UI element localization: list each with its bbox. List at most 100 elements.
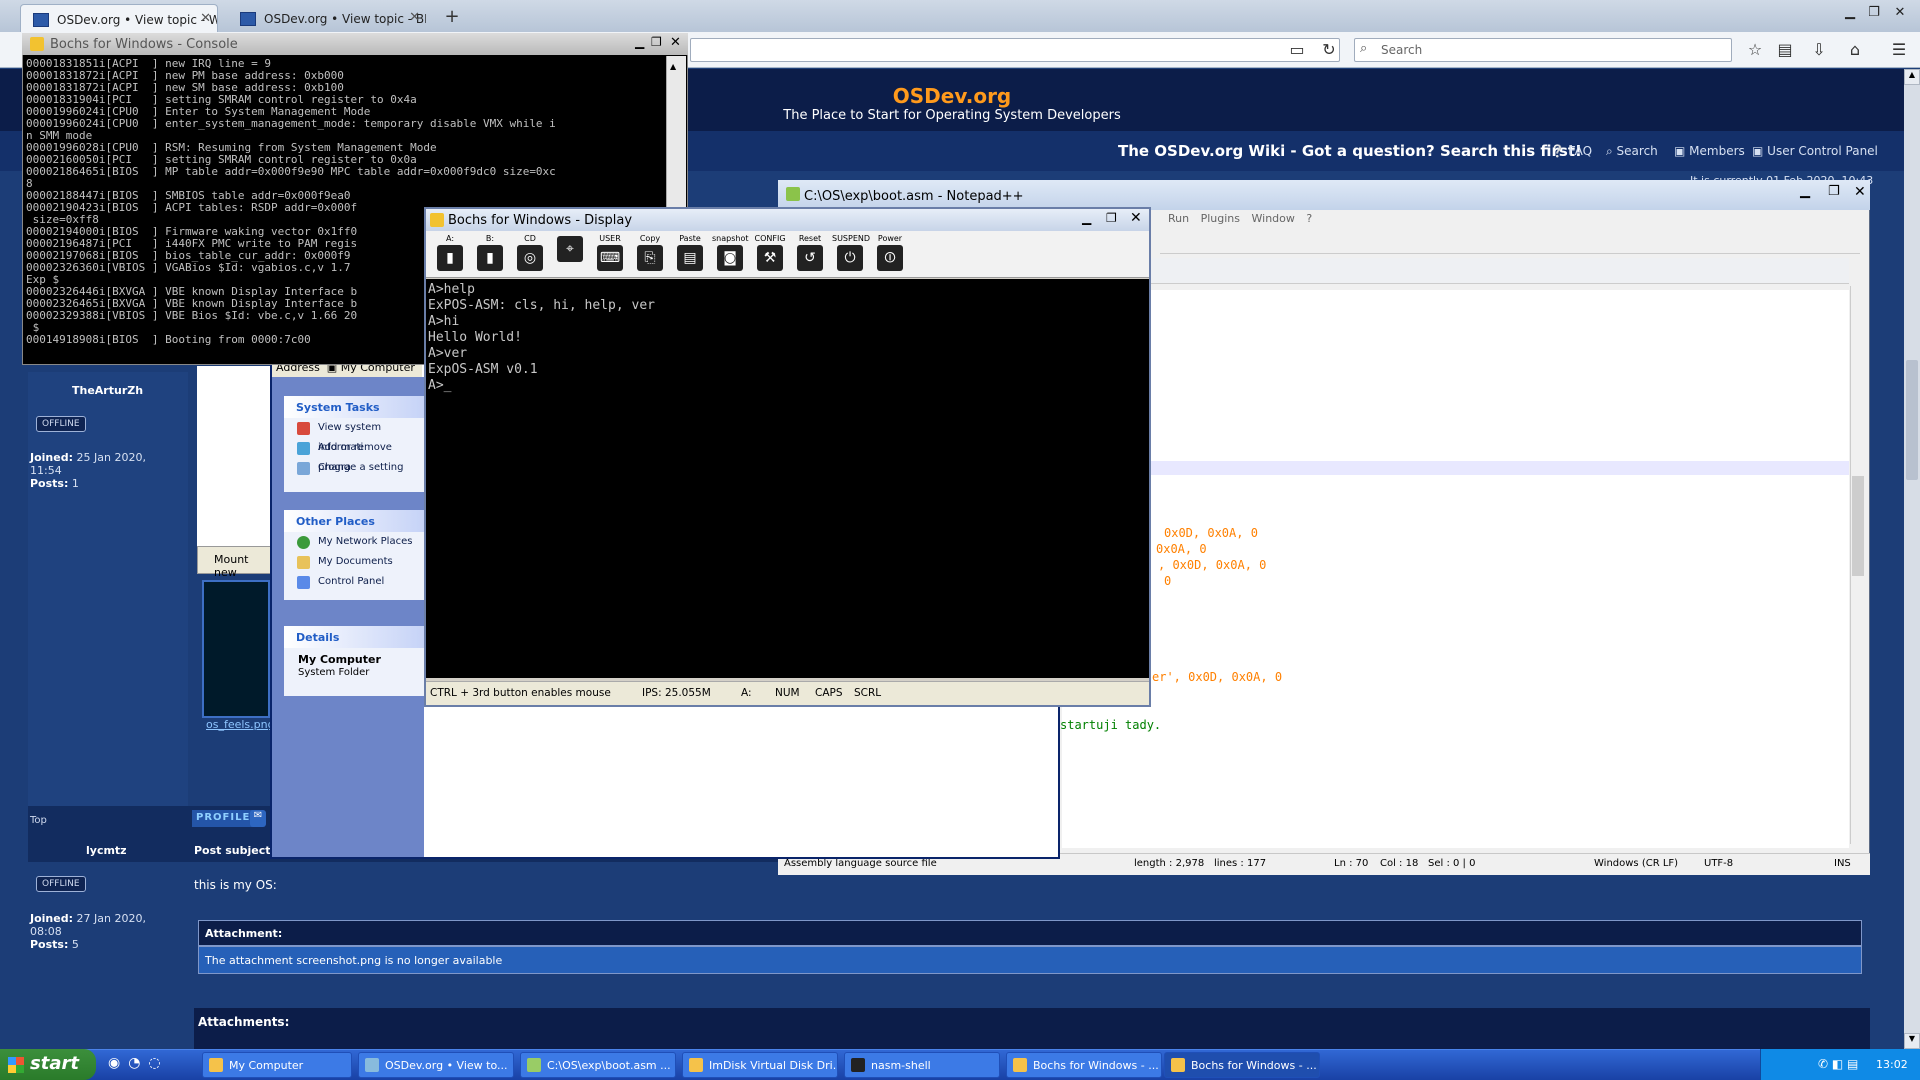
menu-item[interactable]: Run bbox=[1168, 212, 1189, 225]
toolbar-button[interactable]: Power ⏼ bbox=[872, 234, 908, 274]
scroll-up-icon[interactable]: ▲ bbox=[1904, 69, 1920, 85]
wiki-link[interactable]: The OSDev.org Wiki - Got a question? Sea… bbox=[1118, 142, 1582, 160]
task-item[interactable]: View system informati bbox=[284, 418, 424, 453]
toolbar-button[interactable]: USER ⌨ bbox=[592, 234, 628, 274]
close-window-icon[interactable]: ✕ bbox=[1130, 210, 1142, 226]
nav-members[interactable]: ▣ Members bbox=[1674, 144, 1745, 158]
toolbar-button[interactable]: Paste ▤ bbox=[672, 234, 708, 274]
editor-scrollbar-thumb[interactable] bbox=[1852, 476, 1864, 576]
taskbar-button[interactable]: Bochs for Windows - ... bbox=[1006, 1052, 1162, 1078]
file-type: Assembly language source file bbox=[784, 858, 937, 869]
toolbar-button[interactable]: snapshot ◙ bbox=[712, 234, 749, 274]
file-length: length : 2,978 bbox=[1134, 858, 1205, 869]
post-author-info: Joined: 25 Jan 2020, 11:54 Posts: 1 bbox=[30, 451, 146, 490]
nav-faq[interactable]: ❔ FAQ bbox=[1550, 144, 1592, 158]
restore-window-icon[interactable]: ❐ bbox=[651, 35, 662, 49]
restore-window-icon[interactable]: ❐ bbox=[1862, 2, 1886, 24]
toolbar-button[interactable]: CD ◎ bbox=[512, 234, 548, 274]
bochs-app-icon bbox=[430, 213, 444, 227]
system-tasks-title[interactable]: System Tasks bbox=[284, 396, 424, 418]
top-link[interactable]: Top bbox=[30, 815, 47, 826]
restore-window-icon[interactable]: ❐ bbox=[1106, 211, 1117, 225]
scroll-up-icon[interactable]: ▲ bbox=[670, 62, 676, 71]
scroll-down-icon[interactable]: ▼ bbox=[1904, 1033, 1920, 1049]
status-badge: OFFLINE bbox=[36, 876, 86, 892]
code-line: er', 0x0D, 0x0A, 0 bbox=[1152, 670, 1283, 684]
pm-icon[interactable]: ✉ bbox=[250, 810, 266, 827]
menu-item[interactable]: Plugins bbox=[1201, 212, 1240, 225]
os-feels-thumbnail[interactable] bbox=[202, 580, 270, 718]
code-line: 0x0D, 0x0A, 0 bbox=[1164, 526, 1258, 540]
menu-icon[interactable]: ☰ bbox=[1886, 38, 1912, 62]
place-item[interactable]: Control Panel bbox=[284, 572, 424, 592]
system-tasks-box: System Tasks View system informati Add o… bbox=[284, 396, 424, 492]
notepadpp-title[interactable]: C:\OS\exp\boot.asm - Notepad++ bbox=[778, 180, 1870, 210]
cdrom-icon: ◎ bbox=[517, 245, 543, 271]
close-window-icon[interactable]: ✕ bbox=[1888, 2, 1912, 24]
url-bar[interactable] bbox=[690, 38, 1340, 62]
nav-search[interactable]: ⌕ Search bbox=[1606, 144, 1658, 159]
task-item[interactable]: Change a setting bbox=[284, 458, 424, 478]
place-item[interactable]: My Documents bbox=[284, 552, 424, 572]
toolbar-label: CONFIG bbox=[754, 234, 786, 243]
reload-icon[interactable]: ↻ bbox=[1316, 38, 1342, 62]
toolbar-button[interactable]: Reset ↺ bbox=[792, 234, 828, 274]
minimize-window-icon[interactable]: ▁ bbox=[1838, 2, 1862, 24]
toolbar-button[interactable]: CONFIG ⚒ bbox=[752, 234, 788, 274]
toolbar-button[interactable]: SUSPEND ⏻ bbox=[832, 234, 870, 274]
other-places-title[interactable]: Other Places bbox=[284, 510, 424, 532]
bookmark-star-icon[interactable]: ☆ bbox=[1742, 38, 1768, 62]
thumbnail-caption[interactable]: os_feels.png bbox=[206, 718, 275, 731]
post-profile bbox=[28, 372, 188, 832]
explorer-content bbox=[480, 700, 1058, 856]
scrollbar-thumb[interactable] bbox=[1906, 360, 1918, 480]
downloads-icon[interactable]: ⇩ bbox=[1806, 38, 1832, 62]
console-title[interactable]: Bochs for Windows - Console bbox=[22, 33, 688, 55]
search-input[interactable]: Search bbox=[1354, 38, 1732, 62]
browser-tab[interactable]: OSDev.org • View topic - BEG... ✕ bbox=[228, 4, 426, 32]
home-icon[interactable]: ⌂ bbox=[1842, 38, 1868, 62]
place-item[interactable]: My Network Places bbox=[284, 532, 424, 552]
toolbar-button[interactable]: Copy ⎘ bbox=[632, 234, 668, 274]
taskbar-button[interactable]: My Computer bbox=[202, 1052, 352, 1078]
nav-ucp[interactable]: ▣ User Control Panel bbox=[1752, 144, 1878, 158]
taskbar-button[interactable]: C:\OS\exp\boot.asm ... bbox=[520, 1052, 676, 1078]
taskbar-button[interactable]: nasm-shell bbox=[844, 1052, 1000, 1078]
menu-item[interactable]: ? bbox=[1306, 212, 1312, 225]
library-icon[interactable]: ▤ bbox=[1772, 38, 1798, 62]
new-tab-button[interactable]: + bbox=[440, 6, 464, 28]
display-title[interactable]: Bochs for Windows - Display bbox=[426, 209, 1149, 231]
emulator-screen[interactable]: A>help ExPOS-ASM: cls, hi, help, ver A>hi H… bbox=[426, 279, 1149, 678]
restore-window-icon[interactable]: ❐ bbox=[1828, 184, 1840, 199]
reader-view-icon[interactable]: ▭ bbox=[1284, 38, 1310, 62]
close-tab-icon[interactable]: ✕ bbox=[409, 10, 420, 25]
clock: 13:02 bbox=[1876, 1058, 1908, 1071]
minimize-window-icon[interactable]: ▁ bbox=[635, 35, 644, 49]
screen-line: ExpOS-ASM v0.1 bbox=[428, 362, 538, 377]
close-window-icon[interactable]: ✕ bbox=[1854, 184, 1866, 200]
toolbar-label: Reset bbox=[798, 234, 822, 243]
details-title[interactable]: Details bbox=[284, 626, 424, 648]
tray-icons[interactable]: ✆ ◧ ▤ bbox=[1818, 1057, 1858, 1071]
mount-new-button[interactable]: Mount new bbox=[197, 546, 271, 579]
task-item[interactable]: Add or remove progra bbox=[284, 438, 424, 473]
post-body: this is my OS: bbox=[194, 878, 277, 892]
taskbar-button[interactable]: ImDisk Virtual Disk Dri... bbox=[682, 1052, 838, 1078]
post-author[interactable]: TheArturZh bbox=[72, 384, 143, 397]
post-author[interactable]: lycmtz bbox=[86, 844, 127, 857]
close-window-icon[interactable]: ✕ bbox=[670, 35, 681, 50]
toolbar-button[interactable]: B: ▮ bbox=[472, 234, 508, 274]
page-scrollbar[interactable] bbox=[1904, 69, 1920, 1049]
quick-launch[interactable]: ◉◔◌ bbox=[108, 1055, 169, 1071]
taskbar-button[interactable]: OSDev.org • View to... bbox=[358, 1052, 514, 1078]
minimize-window-icon[interactable]: ▁ bbox=[1800, 184, 1810, 199]
taskbar-button[interactable]: Bochs for Windows - ... bbox=[1164, 1052, 1320, 1078]
minimize-window-icon[interactable]: ▁ bbox=[1082, 211, 1091, 225]
toolbar-button[interactable]: ⌖ bbox=[552, 234, 588, 274]
profile-button[interactable]: PROFILE bbox=[192, 810, 255, 827]
close-tab-icon[interactable]: ✕ bbox=[200, 11, 211, 26]
screen-line: A>hi bbox=[428, 314, 460, 329]
browser-tab[interactable]: OSDev.org • View topic - Wh... ✕ bbox=[20, 4, 218, 32]
toolbar-button[interactable]: A: ▮ bbox=[432, 234, 468, 274]
menu-item[interactable]: Window bbox=[1252, 212, 1295, 225]
